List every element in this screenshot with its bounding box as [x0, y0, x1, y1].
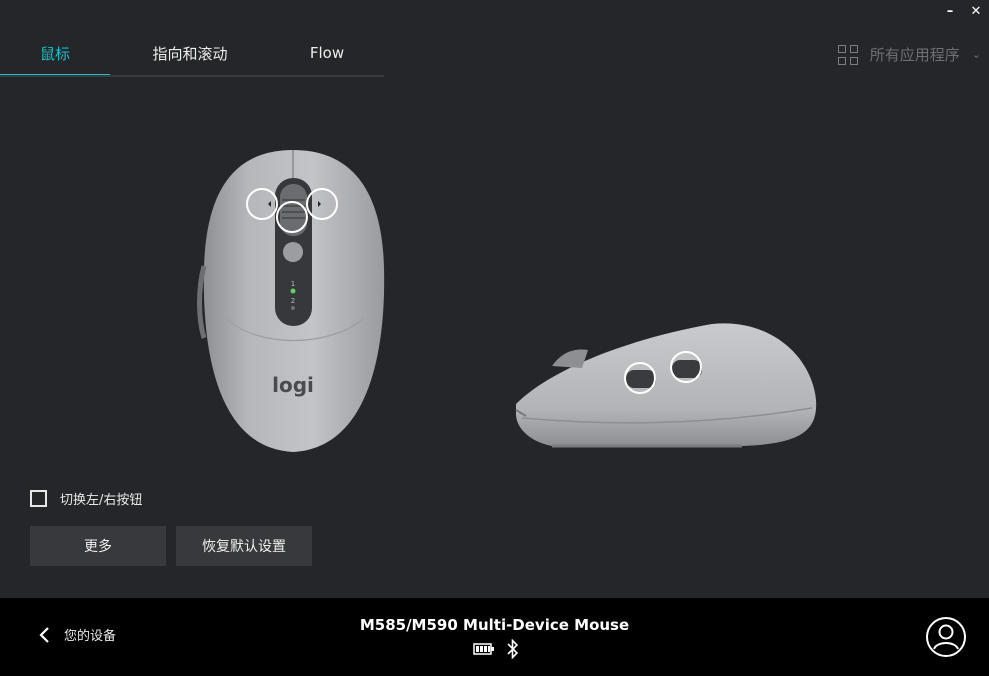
app-selector-label: 所有应用程序 — [869, 46, 960, 64]
tab-point-scroll-label: 指向和滚动 — [152, 44, 228, 63]
tab-mouse-label: 鼠标 — [39, 44, 70, 63]
account-button[interactable] — [925, 616, 967, 662]
window-controls: – ✕ — [937, 0, 989, 24]
chevron-down-icon: ⌄ — [971, 48, 981, 61]
minimize-button[interactable]: – — [937, 0, 963, 22]
mouse-side-view — [515, 323, 817, 448]
logi-logo: logi — [272, 373, 314, 397]
device-name: M585/M590 Multi-Device Mouse — [359, 616, 630, 634]
battery-icon — [473, 643, 494, 655]
restore-defaults-button[interactable]: 恢复默认设置 — [176, 526, 312, 566]
footer-bar: 您的设备 M585/M590 Multi-Device Mouse — [0, 598, 989, 676]
swap-buttons-option[interactable]: 切换左/右按钮 — [30, 489, 142, 508]
tab-mouse[interactable]: 鼠标 — [0, 30, 110, 77]
close-button[interactable]: ✕ — [963, 0, 989, 22]
app-selector[interactable]: 所有应用程序 ⌄ — [837, 44, 981, 65]
grid-icon — [837, 44, 858, 65]
swap-buttons-label: 切换左/右按钮 — [60, 493, 143, 508]
tabs-divider — [0, 75, 384, 77]
mouse-top-view: 1 2 logi — [197, 150, 385, 452]
tab-flow[interactable]: Flow — [270, 30, 384, 76]
bluetooth-icon — [507, 639, 519, 659]
tab-bar: 鼠标 指向和滚动 Flow — [0, 30, 384, 78]
tab-flow-label: Flow — [309, 44, 345, 62]
svg-text:1: 1 — [291, 280, 295, 288]
more-button[interactable]: 更多 — [30, 526, 166, 566]
svg-text:2: 2 — [291, 297, 295, 305]
swap-buttons-checkbox[interactable] — [30, 490, 47, 507]
account-icon — [926, 617, 966, 657]
tab-point-scroll[interactable]: 指向和滚动 — [110, 30, 270, 76]
device-status — [473, 639, 519, 659]
